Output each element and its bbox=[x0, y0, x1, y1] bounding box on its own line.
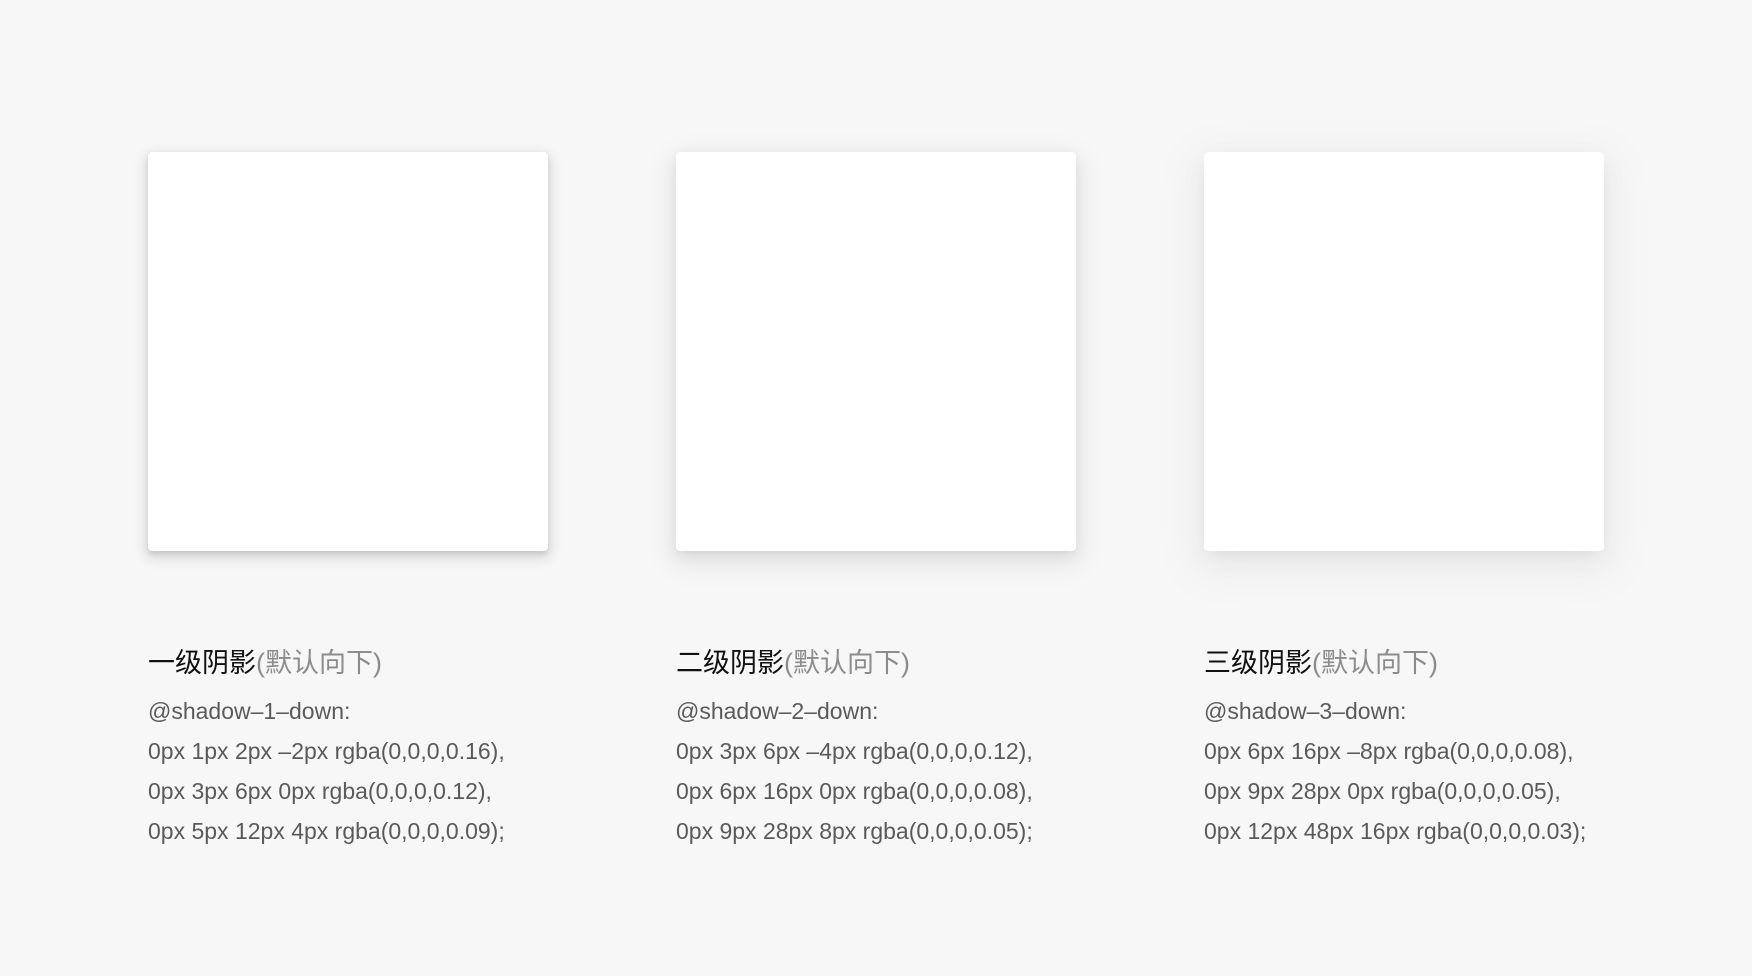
shadow-level-3-title: 三级阴影(默认向下) bbox=[1204, 646, 1664, 680]
shadow-level-1-token: @shadow–1–down: bbox=[148, 698, 351, 724]
shadow-level-3-token: @shadow–3–down: bbox=[1204, 698, 1407, 724]
shadow-level-2-column: 二级阴影(默认向下) @shadow–2–down: 0px 3px 6px –… bbox=[676, 152, 1136, 851]
shadow-level-2-line-3: 0px 9px 28px 8px rgba(0,0,0,0.05); bbox=[676, 818, 1033, 844]
shadow-level-3-line-2: 0px 9px 28px 0px rgba(0,0,0,0.05), bbox=[1204, 778, 1561, 804]
shadow-level-1-title: 一级阴影(默认向下) bbox=[148, 646, 608, 680]
shadow-level-2-token: @shadow–2–down: bbox=[676, 698, 879, 724]
shadow-level-2-sample-card bbox=[676, 152, 1076, 551]
shadow-level-2-title: 二级阴影(默认向下) bbox=[676, 646, 1136, 680]
shadow-level-1-line-1: 0px 1px 2px –2px rgba(0,0,0,0.16), bbox=[148, 738, 505, 764]
shadow-level-2-line-2: 0px 6px 16px 0px rgba(0,0,0,0.08), bbox=[676, 778, 1033, 804]
shadow-level-3-title-note: (默认向下) bbox=[1312, 648, 1438, 678]
shadow-level-1-column: 一级阴影(默认向下) @shadow–1–down: 0px 1px 2px –… bbox=[148, 152, 608, 851]
shadow-level-3-column: 三级阴影(默认向下) @shadow–3–down: 0px 6px 16px … bbox=[1204, 152, 1664, 851]
shadow-level-2-line-1: 0px 3px 6px –4px rgba(0,0,0,0.12), bbox=[676, 738, 1033, 764]
shadow-level-1-title-text: 一级阴影 bbox=[148, 648, 256, 678]
shadow-level-3-sample-card bbox=[1204, 152, 1604, 551]
shadow-level-2-title-text: 二级阴影 bbox=[676, 648, 784, 678]
shadow-level-3-title-text: 三级阴影 bbox=[1204, 648, 1312, 678]
shadow-level-1-title-note: (默认向下) bbox=[256, 648, 382, 678]
shadow-level-3-code: @shadow–3–down: 0px 6px 16px –8px rgba(0… bbox=[1204, 691, 1664, 851]
shadow-level-1-sample-card bbox=[148, 152, 548, 551]
shadow-level-1-line-2: 0px 3px 6px 0px rgba(0,0,0,0.12), bbox=[148, 778, 492, 804]
shadow-level-2-title-note: (默认向下) bbox=[784, 648, 910, 678]
shadow-level-1-code: @shadow–1–down: 0px 1px 2px –2px rgba(0,… bbox=[148, 691, 608, 851]
shadow-level-3-line-1: 0px 6px 16px –8px rgba(0,0,0,0.08), bbox=[1204, 738, 1574, 764]
shadow-level-1-line-3: 0px 5px 12px 4px rgba(0,0,0,0.09); bbox=[148, 818, 505, 844]
shadow-level-3-line-3: 0px 12px 48px 16px rgba(0,0,0,0.03); bbox=[1204, 818, 1587, 844]
shadow-level-2-code: @shadow–2–down: 0px 3px 6px –4px rgba(0,… bbox=[676, 691, 1136, 851]
shadow-spec-page: 一级阴影(默认向下) @shadow–1–down: 0px 1px 2px –… bbox=[0, 0, 1752, 976]
